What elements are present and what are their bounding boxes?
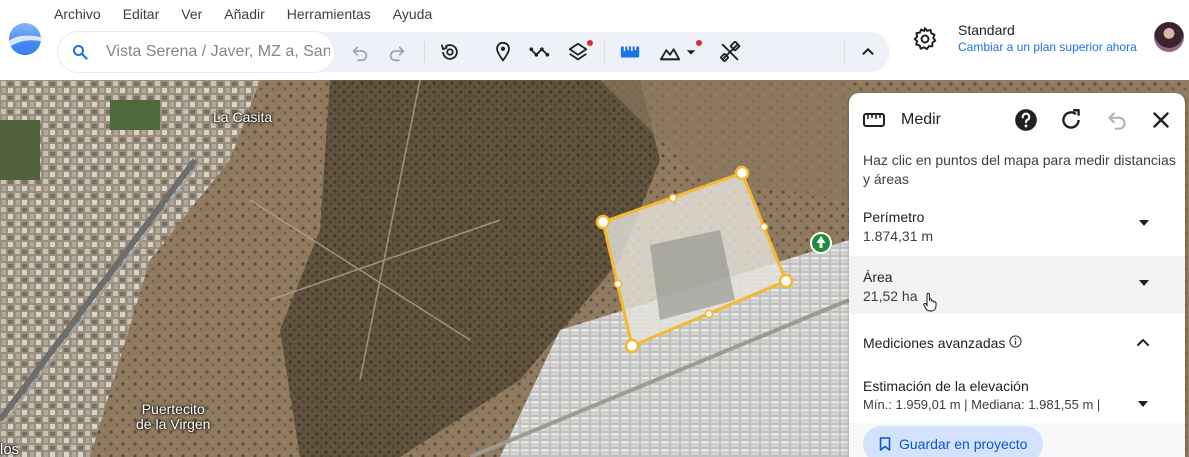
placemark-button[interactable] (491, 40, 515, 64)
search-box[interactable] (58, 32, 334, 72)
collapse-toolbar-button[interactable] (856, 40, 880, 64)
menu-herramientas[interactable]: Herramientas (287, 6, 371, 24)
search-icon[interactable] (72, 44, 88, 60)
menu-ver[interactable]: Ver (181, 6, 202, 24)
map-label-la-casita: La Casita (213, 109, 273, 125)
map-label-line: Puertecito (141, 401, 205, 417)
placemark-icon (496, 41, 510, 62)
polygon-vertex[interactable] (595, 214, 611, 230)
historical-imagery-button[interactable] (438, 40, 462, 64)
perimeter-label: Perímetro (863, 209, 925, 225)
polygon-midpoint[interactable] (759, 222, 769, 232)
save-to-project-button[interactable]: Guardar en proyecto (863, 426, 1043, 457)
measure-panel: Medir Haz clic en puntos del mapa para m… (849, 93, 1185, 457)
caret-down-icon[interactable] (1139, 280, 1149, 286)
undo-button[interactable] (348, 40, 372, 64)
area-value: 21,52 ha (863, 288, 918, 304)
tools-button[interactable] (718, 40, 742, 64)
polygon-midpoint[interactable] (613, 279, 623, 289)
elevation-label: Estimación de la elevación (863, 378, 1029, 394)
menu-editar[interactable]: Editar (123, 6, 160, 24)
layers-notification-dot (587, 40, 593, 46)
chevron-up-icon (862, 48, 874, 55)
redo-icon (389, 46, 405, 62)
menu-anadir[interactable]: Añadir (224, 6, 264, 24)
chevron-up-icon[interactable] (1136, 335, 1150, 349)
upgrade-plan-link[interactable]: Cambiar a un plan superior ahora (958, 40, 1137, 54)
close-icon[interactable] (1148, 107, 1174, 133)
map-label-edge: los (0, 441, 20, 457)
help-icon[interactable] (1013, 107, 1039, 133)
area-row[interactable]: Área 21,52 ha (849, 256, 1185, 314)
layers-button[interactable] (566, 40, 593, 64)
advanced-measurements-label: Mediciones avanzadas (863, 335, 1006, 351)
layers-icon (568, 42, 588, 61)
polygon-vertex[interactable] (778, 273, 794, 289)
perimeter-row[interactable]: Perímetro 1.874,31 m (849, 196, 1185, 254)
avatar[interactable] (1154, 22, 1184, 52)
google-earth-logo[interactable] (8, 22, 42, 56)
menu-archivo[interactable]: Archivo (54, 6, 101, 24)
undo-icon (352, 46, 368, 62)
map-label-puertecito: Puertecito de la Virgen (136, 402, 210, 432)
toolbar-divider (604, 42, 605, 62)
caret-down-icon (686, 50, 696, 55)
measure-button[interactable] (618, 40, 642, 64)
polygon-midpoint[interactable] (668, 193, 678, 203)
refresh-icon[interactable] (1058, 107, 1084, 133)
caret-down-icon[interactable] (1138, 401, 1148, 407)
park-marker-icon[interactable] (809, 231, 833, 255)
bookmark-icon (879, 437, 891, 451)
caret-down-icon[interactable] (1139, 220, 1149, 226)
polygon-midpoint[interactable] (704, 309, 714, 319)
toolbar-divider (424, 42, 425, 62)
undo-icon[interactable] (1104, 107, 1130, 133)
redo-button[interactable] (385, 40, 409, 64)
path-button[interactable] (528, 40, 552, 64)
polygon-vertex[interactable] (734, 165, 750, 181)
ruler-icon (620, 46, 640, 58)
area-label: Área (863, 269, 893, 285)
panel-title: Medir (901, 111, 942, 128)
save-to-project-label: Guardar en proyecto (899, 436, 1028, 452)
menu-ayuda[interactable]: Ayuda (393, 6, 432, 24)
path-icon (529, 47, 550, 57)
toolbar (58, 32, 890, 72)
plan-name: Standard (958, 22, 1015, 38)
settings-gear-icon[interactable] (912, 26, 938, 52)
historical-imagery-icon (440, 44, 458, 60)
terrain-button[interactable] (658, 40, 702, 64)
toolbar-divider (844, 42, 845, 62)
map-label-line: de la Virgen (136, 416, 211, 432)
search-input[interactable] (106, 41, 330, 63)
ruler-icon (863, 113, 885, 127)
polygon-vertex[interactable] (624, 338, 640, 354)
hand-cursor-icon (923, 292, 937, 312)
top-bar: Archivo Editar Ver Añadir Herramientas A… (0, 0, 1189, 80)
menu-bar: Archivo Editar Ver Añadir Herramientas A… (54, 6, 454, 24)
terrain-icon (659, 48, 681, 61)
panel-hint: Haz clic en puntos del mapa para medir d… (863, 152, 1176, 187)
terrain-dropdown[interactable] (684, 40, 698, 64)
tools-icon (720, 41, 741, 62)
info-icon[interactable] (1009, 335, 1022, 348)
elevation-value: Mín.: 1.959,01 m | Mediana: 1.981,55 m | (863, 397, 1101, 412)
perimeter-value: 1.874,31 m (863, 228, 934, 244)
